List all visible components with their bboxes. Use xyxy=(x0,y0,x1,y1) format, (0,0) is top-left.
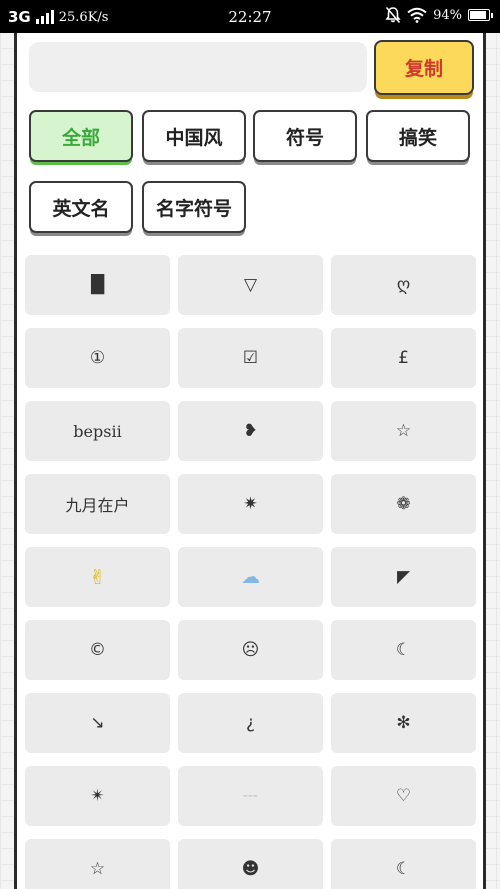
symbol-cell[interactable]: --- xyxy=(178,766,323,826)
symbol-cell[interactable]: bepsii xyxy=(25,401,170,461)
silent-bell-icon xyxy=(385,6,401,24)
symbol-cell[interactable]: █ xyxy=(25,255,170,315)
symbol-cell[interactable]: ✷ xyxy=(178,474,323,534)
symbol-cell[interactable]: ღ xyxy=(331,255,476,315)
status-right: 94% xyxy=(385,6,493,24)
tab-symbols[interactable]: 符号 xyxy=(253,110,357,162)
copy-input[interactable] xyxy=(29,42,367,92)
tab-name-symbols[interactable]: 名字符号 xyxy=(142,181,246,233)
wifi-icon xyxy=(407,7,427,23)
symbol-cell[interactable]: ☆ xyxy=(25,839,170,889)
symbol-panel: 复制 全部 中国风 符号 搞笑 英文名 名字符号 █ ▽ ღ ① ☑ £ bep… xyxy=(14,33,486,889)
tab-chinese-style[interactable]: 中国风 xyxy=(142,110,246,162)
symbol-cell[interactable]: 九月在户 xyxy=(25,474,170,534)
symbol-cell[interactable]: ☻ xyxy=(178,839,323,889)
symbol-cell[interactable]: ☾ xyxy=(331,839,476,889)
symbol-cell[interactable]: £ xyxy=(331,328,476,388)
tab-all[interactable]: 全部 xyxy=(29,110,133,162)
symbol-cell[interactable]: ▽ xyxy=(178,255,323,315)
symbol-cell[interactable]: ✌ xyxy=(25,547,170,607)
symbol-cell[interactable]: ① xyxy=(25,328,170,388)
symbol-grid: █ ▽ ღ ① ☑ £ bepsii ❥ ☆ 九月在户 ✷ ❁ ✌ ☁ ◤ © … xyxy=(25,255,479,889)
symbol-cell[interactable]: ☑ xyxy=(178,328,323,388)
battery-icon xyxy=(468,9,493,21)
status-bar: 3G 25.6K/s 22:27 94% xyxy=(0,0,500,33)
symbol-cell[interactable]: © xyxy=(25,620,170,680)
tab-english-names[interactable]: 英文名 xyxy=(29,181,133,233)
symbol-cell[interactable]: ☹ xyxy=(178,620,323,680)
symbol-cell[interactable]: ☾ xyxy=(331,620,476,680)
symbol-cell[interactable]: ☆ xyxy=(331,401,476,461)
symbol-cell[interactable]: ❁ xyxy=(331,474,476,534)
tab-funny[interactable]: 搞笑 xyxy=(366,110,470,162)
symbol-cell[interactable]: ✴ xyxy=(25,766,170,826)
symbol-cell[interactable]: ¿ xyxy=(178,693,323,753)
symbol-cell[interactable]: ❥ xyxy=(178,401,323,461)
symbol-cell[interactable]: ◤ xyxy=(331,547,476,607)
copy-button[interactable]: 复制 xyxy=(374,40,474,95)
symbol-cell[interactable]: ✻ xyxy=(331,693,476,753)
symbol-cell[interactable]: ↘ xyxy=(25,693,170,753)
battery-percent: 94% xyxy=(433,7,462,23)
symbol-cell[interactable]: ♡ xyxy=(331,766,476,826)
symbol-cell[interactable]: ☁ xyxy=(178,547,323,607)
